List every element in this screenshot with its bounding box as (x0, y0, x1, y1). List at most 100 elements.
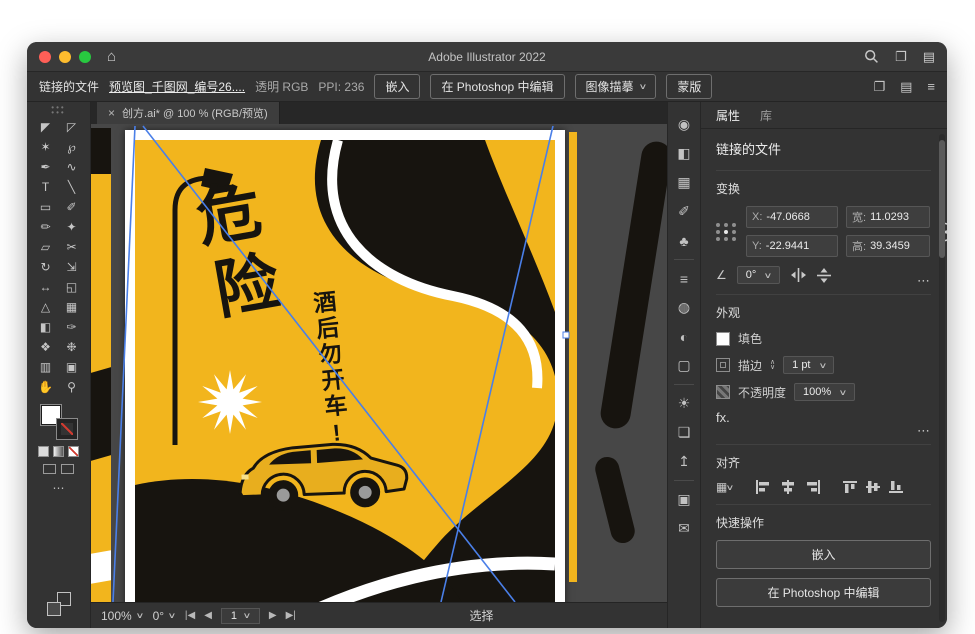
eyedropper-tool[interactable]: ✑ (59, 317, 85, 337)
layers-panel-icon[interactable]: ❏ (668, 418, 700, 447)
lasso-tool[interactable]: ℘ (59, 137, 85, 157)
graphic-styles-panel-icon[interactable]: ▢ (668, 351, 700, 380)
swatches-panel-icon[interactable]: ▦ (668, 168, 700, 197)
gradient-mode-button[interactable] (53, 446, 64, 457)
artboard-tool[interactable]: ▣ (59, 357, 85, 377)
zoom-window-button[interactable] (79, 51, 91, 63)
scissors-tool[interactable]: ✂ (59, 237, 85, 257)
previous-artboard-button[interactable]: ◀ (204, 610, 212, 621)
draw-behind-button[interactable] (61, 464, 74, 474)
paintbrush-tool[interactable]: ✐ (59, 197, 85, 217)
close-document-icon[interactable]: × (108, 106, 115, 120)
close-window-button[interactable] (39, 51, 51, 63)
align-top-button[interactable] (843, 480, 857, 494)
fill-color-swatch[interactable] (716, 332, 730, 346)
gradient-panel-icon[interactable]: ◧ (668, 139, 700, 168)
last-artboard-button[interactable]: ▶| (286, 610, 296, 621)
embed-button[interactable]: 嵌入 (374, 74, 420, 99)
shaper-tool[interactable]: ✦ (59, 217, 85, 237)
panel-scrollbar-thumb[interactable] (939, 140, 945, 258)
panel-scrollbar[interactable] (939, 134, 945, 622)
stroke-color-swatch[interactable] (716, 358, 730, 372)
poster-artwork[interactable]: 危 险 酒后勿开车! (135, 140, 555, 602)
pencil-tool[interactable]: ✏ (33, 217, 59, 237)
column-graph-tool[interactable]: ▥ (33, 357, 59, 377)
gradient-tool[interactable]: ◧ (33, 317, 59, 337)
selection-tool[interactable]: ◤ (33, 117, 59, 137)
workspace-switcher-icon[interactable]: ▤ (923, 49, 935, 65)
align-right-button[interactable] (805, 480, 821, 494)
toolbar-grip[interactable]: •••••• (51, 105, 65, 115)
width-tool[interactable]: ↔ (33, 277, 59, 297)
appearance-panel-icon[interactable]: ◐ (668, 322, 700, 351)
opacity-select[interactable]: 100% ∨ (794, 383, 855, 401)
none-mode-button[interactable] (68, 446, 79, 457)
eraser-tool[interactable]: ▱ (33, 237, 59, 257)
perspective-grid-tool[interactable]: △ (33, 297, 59, 317)
quick-edit-in-photoshop-button[interactable]: 在 Photoshop 中编辑 (716, 578, 931, 607)
next-artboard-button[interactable]: ▶ (269, 610, 277, 621)
artboards-panel-icon[interactable]: ▣ (668, 485, 700, 514)
free-transform-tool[interactable]: ◱ (59, 277, 85, 297)
pen-tool[interactable]: ✒ (33, 157, 59, 177)
snap-options-icon[interactable]: ▤ (900, 79, 912, 95)
reference-point-locator[interactable] (716, 223, 737, 241)
arrange-documents-icon[interactable]: ❐ (895, 49, 907, 65)
canvas[interactable]: 危 险 酒后勿开车! (91, 124, 667, 602)
screen-mode-icon[interactable] (47, 592, 71, 616)
minimize-window-button[interactable] (59, 51, 71, 63)
effects-fx-button[interactable]: fx. (716, 410, 730, 425)
x-position-field[interactable]: X: -47.0668 (746, 206, 838, 228)
hand-tool[interactable]: ✋ (33, 377, 59, 397)
direct-selection-tool[interactable]: ◸ (59, 117, 85, 137)
zoom-level-select[interactable]: 100% ∨ (101, 609, 143, 623)
first-artboard-button[interactable]: |◀ (185, 610, 195, 621)
stroke-weight-stepper[interactable]: ∧∨ (770, 360, 775, 370)
rotation-angle-select[interactable]: 0° ∨ (737, 266, 780, 284)
transform-more-options[interactable]: ⋯ (917, 273, 931, 289)
comments-panel-icon[interactable]: ✉ (668, 514, 700, 543)
document-tab[interactable]: × 创方.ai* @ 100 % (RGB/预览) (97, 102, 280, 124)
home-icon[interactable]: ⌂ (107, 48, 116, 65)
align-horizontal-center-button[interactable] (780, 480, 796, 494)
linked-file-name[interactable]: 预览图_千图网_编号26.... (109, 78, 245, 95)
asset-export-panel-icon[interactable]: ↥ (668, 447, 700, 476)
transparency-panel-icon[interactable]: ◍ (668, 293, 700, 322)
flip-vertical-icon[interactable] (817, 267, 831, 284)
edit-toolbar-icon[interactable]: ⋯ (53, 481, 65, 495)
align-left-button[interactable] (755, 480, 771, 494)
image-trace-button[interactable]: 图像描摹 ∨ (575, 74, 657, 99)
draw-normal-button[interactable] (43, 464, 56, 474)
tab-properties[interactable]: 属性 (716, 107, 740, 124)
edit-in-photoshop-button[interactable]: 在 Photoshop 中编辑 (430, 74, 564, 99)
effects-panel-icon[interactable]: ☀ (668, 389, 700, 418)
flip-horizontal-icon[interactable] (790, 268, 807, 282)
rotation-select[interactable]: 0° ∨ (153, 609, 175, 623)
chevron-down-icon[interactable]: ∨ (638, 82, 647, 91)
artwork-bleed-left[interactable] (91, 128, 111, 602)
artboard[interactable]: 危 险 酒后勿开车! (125, 130, 565, 602)
curvature-tool[interactable]: ∿ (59, 157, 85, 177)
blend-tool[interactable]: ❖ (33, 337, 59, 357)
color-panel-icon[interactable]: ◉ (668, 110, 700, 139)
mesh-tool[interactable]: ▦ (59, 297, 85, 317)
line-segment-tool[interactable]: ╲ (59, 177, 85, 197)
control-panel-menu-icon[interactable]: ≡ (927, 79, 935, 94)
brushes-panel-icon[interactable]: ✐ (668, 197, 700, 226)
rectangle-tool[interactable]: ▭ (33, 197, 59, 217)
align-vertical-center-button[interactable] (866, 480, 880, 494)
symbols-panel-icon[interactable]: ♣ (668, 226, 700, 255)
quick-embed-button[interactable]: 嵌入 (716, 540, 931, 569)
color-mode-button[interactable] (38, 446, 49, 457)
y-position-field[interactable]: Y: -22.9441 (746, 235, 838, 257)
width-field[interactable]: 宽: 11.0293 (846, 206, 930, 228)
stroke-weight-select[interactable]: 1 pt ∨ (783, 356, 834, 374)
tab-libraries[interactable]: 库 (760, 107, 772, 124)
type-tool[interactable]: T (33, 177, 59, 197)
mask-button[interactable]: 蒙版 (666, 74, 712, 99)
magic-wand-tool[interactable]: ✶ (33, 137, 59, 157)
artboard-number-field[interactable]: 1 ∨ (221, 608, 260, 624)
zoom-tool[interactable]: ⚲ (59, 377, 85, 397)
symbol-sprayer-tool[interactable]: ❉ (59, 337, 85, 357)
scale-tool[interactable]: ⇲ (59, 257, 85, 277)
